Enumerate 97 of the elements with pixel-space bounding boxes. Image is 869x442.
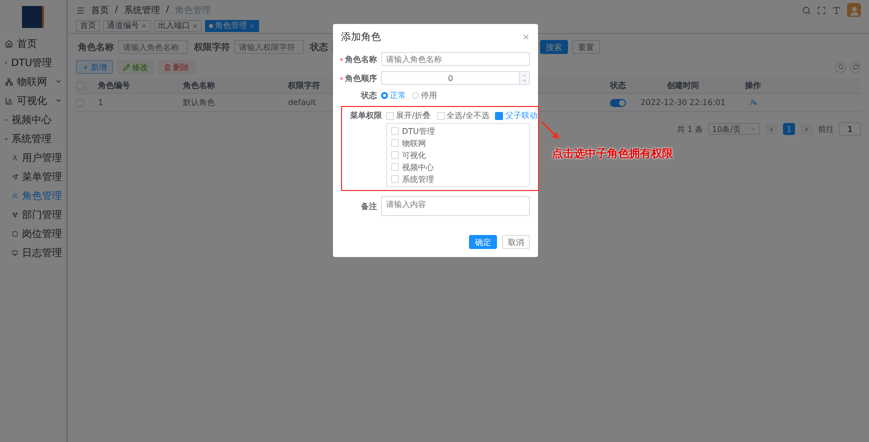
- column-header: 创建时间: [667, 80, 699, 91]
- checkbox-option[interactable]: 展开/折叠: [386, 110, 431, 121]
- tab[interactable]: 首页: [76, 20, 100, 32]
- column-header: 角色编号: [98, 80, 130, 91]
- column-header: 操作: [745, 80, 761, 91]
- tree-item[interactable]: 物联网: [391, 138, 525, 148]
- page-size-select[interactable]: 10条/页: [708, 123, 760, 135]
- sidebar-item[interactable]: 菜单管理: [0, 167, 66, 186]
- square-icon: [12, 230, 18, 238]
- field-label: 状态: [361, 90, 377, 101]
- decrement-icon[interactable]: [522, 78, 527, 83]
- reset-button[interactable]: 重置: [572, 40, 600, 54]
- refresh-icon[interactable]: [850, 62, 861, 72]
- checkbox-option[interactable]: 父子联动: [495, 110, 538, 121]
- total-count: 共 1 条: [676, 124, 703, 134]
- send-icon: [12, 172, 18, 180]
- sidebar-item[interactable]: 系统管理: [0, 129, 66, 148]
- sidebar-item[interactable]: 角色管理: [0, 186, 66, 205]
- next-page-button[interactable]: [800, 123, 813, 135]
- column-header: 状态: [610, 80, 626, 91]
- search-button[interactable]: 搜索: [540, 40, 568, 54]
- plus-icon: [82, 64, 89, 70]
- sidebar-item[interactable]: 视频中心: [0, 110, 66, 129]
- breadcrumb-item[interactable]: 首页: [91, 4, 109, 16]
- search-icon[interactable]: [802, 6, 811, 14]
- search-toggle-icon[interactable]: [835, 62, 846, 72]
- filter-label: 角色名称: [78, 42, 114, 54]
- menu-icon[interactable]: [76, 6, 85, 14]
- sidebar-item[interactable]: 日志管理: [0, 243, 66, 262]
- close-icon[interactable]: [141, 22, 147, 28]
- sidebar-item[interactable]: 部门管理: [0, 205, 66, 224]
- tree-item[interactable]: 系统管理: [391, 174, 525, 184]
- column-header: 角色名称: [183, 80, 215, 91]
- sidebar-item[interactable]: DTU管理: [0, 53, 66, 72]
- sidebar-item[interactable]: 物联网: [0, 72, 66, 91]
- tree-item[interactable]: 视频中心: [391, 162, 525, 172]
- field-label: 角色名称: [345, 54, 377, 64]
- tab[interactable]: 通道编号: [103, 20, 151, 32]
- arrow-icon: [540, 120, 562, 142]
- sidebar-item[interactable]: 可视化: [0, 91, 66, 110]
- chevron-left-icon: [768, 126, 775, 132]
- table-cell: 默认角色: [183, 97, 215, 108]
- chevron-down-icon: [750, 126, 756, 132]
- tree-icon: [12, 210, 18, 218]
- dialog-title: 添加角色: [341, 30, 381, 44]
- tab[interactable]: 角色管理: [205, 20, 259, 32]
- prev-page-button[interactable]: [765, 123, 778, 135]
- avatar[interactable]: [847, 3, 861, 17]
- sidebar-item[interactable]: 用户管理: [0, 148, 66, 167]
- goto-field[interactable]: 1: [839, 122, 861, 136]
- field-label: 菜单权限: [350, 110, 382, 121]
- field-label: 备注: [361, 200, 377, 212]
- breadcrumb-separator: /: [115, 5, 118, 15]
- network-icon: [5, 78, 13, 86]
- remark-field[interactable]: 请输入内容: [381, 196, 530, 216]
- user-icon[interactable]: [750, 99, 756, 106]
- monitor-icon: [12, 248, 18, 256]
- sidebar-item[interactable]: 岗位管理: [0, 224, 66, 243]
- filter-field[interactable]: 请输入角色名称: [118, 40, 188, 54]
- column-header: 权限字符: [288, 80, 320, 91]
- table-cell: 2022-12-30 22:16:01: [640, 98, 726, 107]
- chevron-right-icon: [803, 126, 810, 132]
- radio-option[interactable]: 正常: [381, 90, 406, 101]
- filter-field[interactable]: 请输入权限字符: [234, 40, 304, 54]
- font-size-icon[interactable]: [832, 6, 841, 14]
- users-icon: [12, 192, 18, 200]
- annotation-text: 点击选中子角色拥有权限: [552, 146, 673, 161]
- close-icon[interactable]: [522, 33, 530, 41]
- close-icon[interactable]: [192, 22, 198, 28]
- increment-icon[interactable]: [522, 73, 527, 78]
- breadcrumb-separator: /: [166, 5, 170, 15]
- name-field[interactable]: 请输入角色名称: [381, 52, 530, 66]
- logo-icon: [22, 6, 44, 28]
- field-label: 角色顺序: [345, 72, 377, 84]
- filter-label: 权限字符: [194, 41, 230, 54]
- breadcrumb-item[interactable]: 系统管理: [124, 4, 160, 16]
- goto-label: 前往: [818, 124, 834, 134]
- dialog-button[interactable]: 取消: [502, 235, 530, 249]
- status-switch[interactable]: [610, 98, 626, 106]
- page-button[interactable]: 1: [783, 123, 795, 135]
- checkbox-option[interactable]: 全选/全不选: [436, 110, 490, 121]
- dialog-button[interactable]: 确定: [469, 235, 497, 249]
- trash-icon: [164, 64, 171, 70]
- user-icon: [12, 154, 18, 162]
- sidebar-item[interactable]: 首页: [0, 34, 66, 53]
- bar-chart-icon: [5, 96, 13, 104]
- pencil-icon: [123, 64, 130, 70]
- tree-item[interactable]: DTU管理: [391, 126, 525, 136]
- order-stepper[interactable]: 0: [381, 71, 530, 85]
- radio-option[interactable]: 停用: [412, 90, 437, 101]
- table-cell: 1: [98, 98, 104, 107]
- home-icon: [5, 40, 13, 48]
- filter-label: 状态: [310, 41, 328, 54]
- tab[interactable]: 出入端口: [154, 20, 202, 32]
- fullscreen-icon[interactable]: [817, 6, 826, 14]
- tree-item[interactable]: 可视化: [391, 150, 525, 160]
- table-cell: default: [288, 98, 316, 107]
